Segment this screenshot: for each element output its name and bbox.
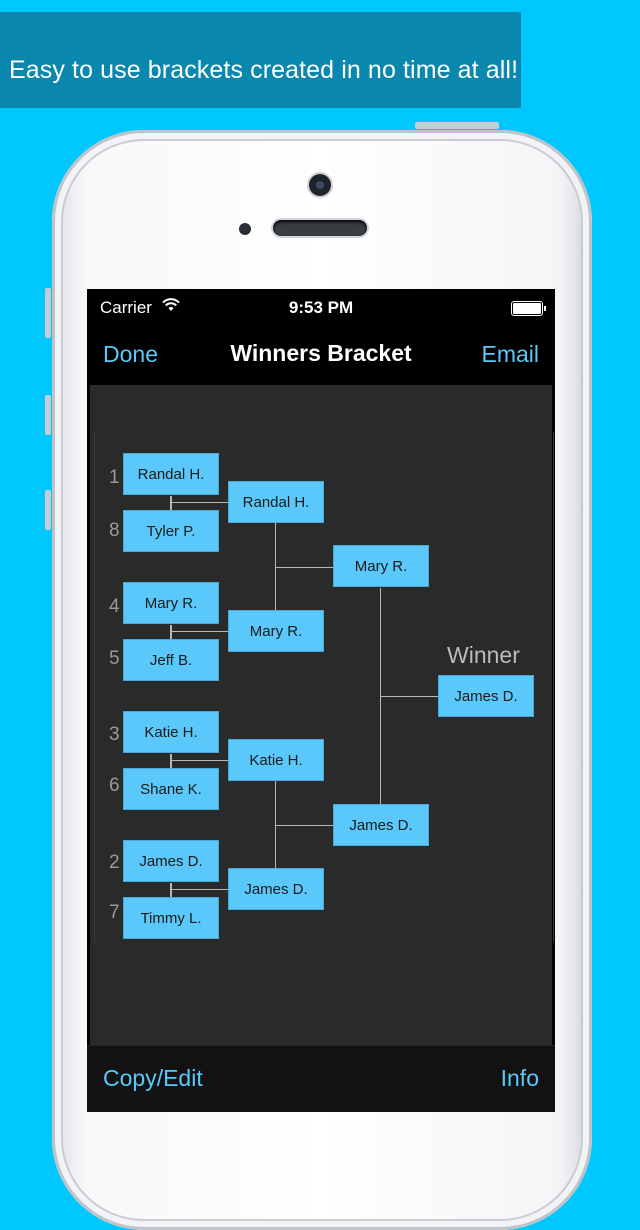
- team-box[interactable]: James D.: [123, 840, 219, 882]
- connector-line: [170, 502, 228, 503]
- team-box[interactable]: James D.: [228, 868, 324, 910]
- seed-number: 8: [109, 520, 120, 541]
- front-camera-icon: [309, 174, 331, 196]
- battery-icon: [511, 301, 546, 316]
- winner-label: Winner: [447, 642, 520, 668]
- team-box[interactable]: Tyler P.: [123, 510, 219, 552]
- connector-line: [170, 631, 228, 632]
- connector-line: [170, 496, 172, 510]
- promo-banner-text: Easy to use brackets created in no time …: [9, 56, 519, 84]
- bracket-view: 1 Randal H. 8 Tyler P. 4 Mary R. 5 Jeff …: [90, 385, 554, 1045]
- seed-number: 4: [109, 596, 120, 617]
- seed-number: 5: [109, 648, 120, 669]
- team-box[interactable]: Katie H.: [228, 739, 324, 781]
- connector-line: [170, 883, 172, 897]
- bottom-toolbar: Copy/Edit Info: [87, 1045, 555, 1112]
- email-button[interactable]: Email: [481, 341, 539, 368]
- connector-line: [170, 889, 228, 890]
- phone-screen: Carrier 9:53 PM Done Winners Bracket Ema…: [87, 289, 555, 1112]
- connector-line: [275, 567, 333, 568]
- team-box[interactable]: Shane K.: [123, 768, 219, 810]
- info-button[interactable]: Info: [501, 1065, 539, 1092]
- team-box[interactable]: Timmy L.: [123, 897, 219, 939]
- connector-line: [170, 754, 172, 768]
- team-box[interactable]: Katie H.: [123, 711, 219, 753]
- promo-banner: Easy to use brackets created in no time …: [0, 12, 521, 108]
- seed-number: 6: [109, 775, 120, 796]
- status-time: 9:53 PM: [288, 298, 354, 317]
- seed-number: 1: [109, 467, 120, 488]
- winner-box[interactable]: James D.: [438, 675, 534, 717]
- status-bar: Carrier 9:53 PM: [87, 289, 555, 325]
- phone-mute-switch: [45, 288, 51, 338]
- seed-number: 3: [109, 724, 120, 745]
- team-box[interactable]: Randal H.: [123, 453, 219, 495]
- connector-line: [170, 625, 172, 639]
- navigation-bar: Done Winners Bracket Email: [87, 325, 555, 385]
- phone-power-button: [415, 122, 499, 129]
- phone-volume-down: [45, 490, 51, 530]
- copy-edit-button[interactable]: Copy/Edit: [103, 1065, 203, 1092]
- connector-line: [275, 825, 333, 826]
- team-box[interactable]: Mary R.: [123, 582, 219, 624]
- connector-line: [380, 696, 438, 697]
- team-box[interactable]: Mary R.: [333, 545, 429, 587]
- team-box[interactable]: James D.: [333, 804, 429, 846]
- team-box[interactable]: Jeff B.: [123, 639, 219, 681]
- connector-line: [170, 760, 228, 761]
- seed-number: 2: [109, 852, 120, 873]
- proximity-sensor: [239, 223, 251, 235]
- bracket-area: 1 Randal H. 8 Tyler P. 4 Mary R. 5 Jeff …: [94, 432, 554, 942]
- team-box[interactable]: Mary R.: [228, 610, 324, 652]
- phone-volume-up: [45, 395, 51, 435]
- team-box[interactable]: Randal H.: [228, 481, 324, 523]
- seed-number: 7: [109, 902, 120, 923]
- earpiece-speaker: [273, 220, 367, 236]
